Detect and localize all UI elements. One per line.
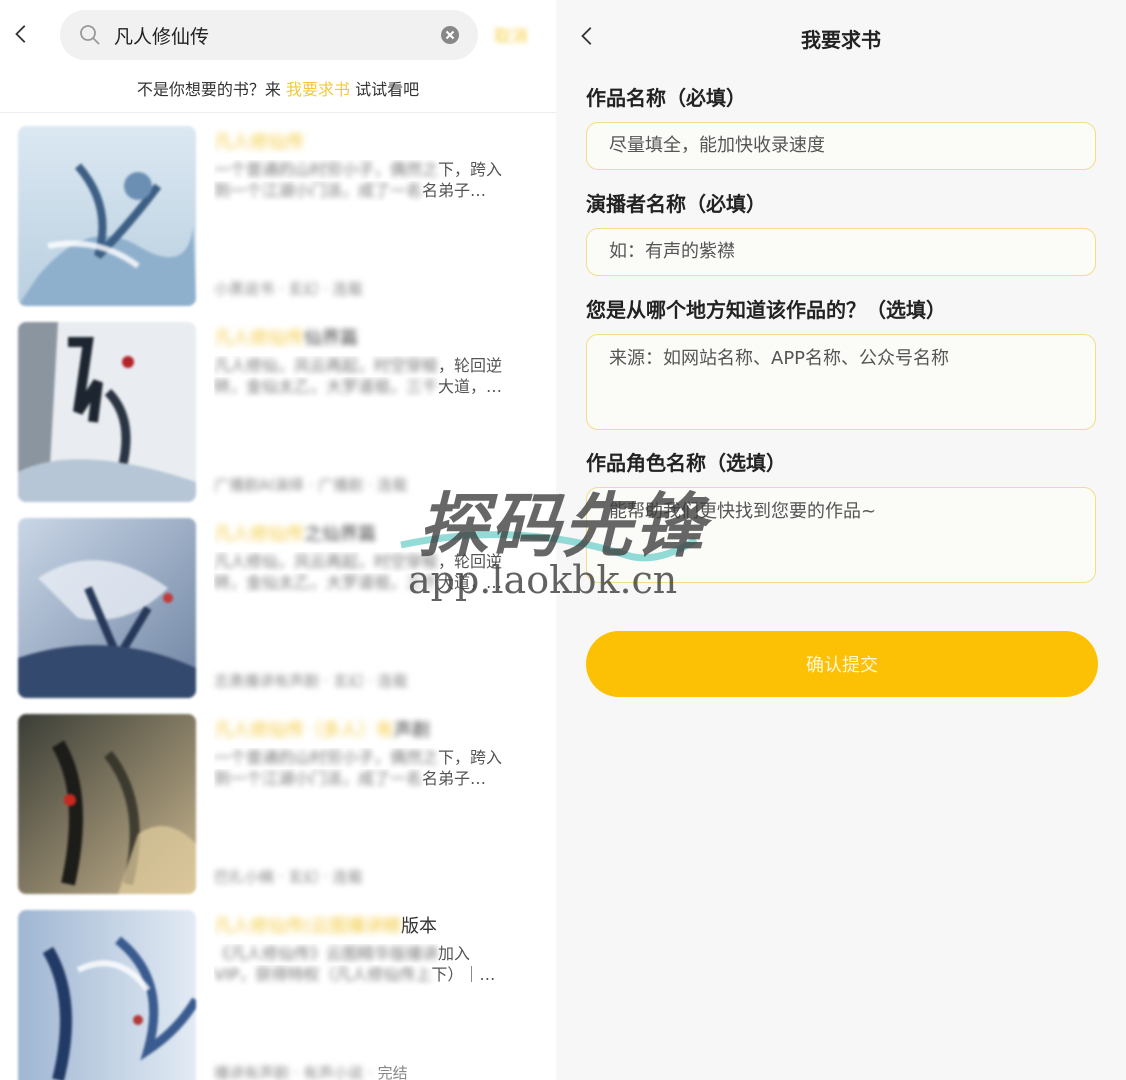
desc-text: 一个普通的山村穷小子，偶然之 bbox=[214, 160, 439, 179]
book-title-text: 凡人修仙传 bbox=[214, 524, 304, 545]
book-description: 一个普通的山村穷小子，偶然之下，跨入 到一个江湖小门派，成了一名名弟子… bbox=[214, 748, 534, 790]
book-title: 凡人修仙传 bbox=[214, 128, 534, 154]
desc-text: 下，跨入 bbox=[438, 748, 503, 767]
book-title-text: 版本 bbox=[401, 916, 438, 937]
book-meta: 巴扎小楠 · 玄幻 · 连载 bbox=[214, 866, 534, 887]
desc-text: VIP，获得特权（凡人修仙传上 bbox=[214, 965, 432, 984]
book-cover bbox=[18, 910, 196, 1080]
watermark-title: 探码先锋 bbox=[418, 485, 706, 567]
meta-text: 志勇播讲有声剧 · 玄幻 · 连载 bbox=[214, 672, 408, 690]
placeholder: 如：有声的紫襟 bbox=[609, 241, 735, 262]
desc-text: 加入 bbox=[438, 944, 471, 963]
narrator-input[interactable]: 如：有声的紫襟 bbox=[586, 228, 1096, 276]
book-title-text: 凡人修仙传（多人）有 bbox=[214, 720, 394, 741]
book-title-text: 之仙界篇 bbox=[304, 524, 376, 545]
search-input[interactable]: 凡人修仙传 bbox=[114, 22, 440, 49]
book-title-text: 凡人修仙传 bbox=[214, 132, 304, 153]
desc-text: 名弟子… bbox=[422, 181, 487, 200]
book-title: 凡人修仙传仙界篇 bbox=[214, 324, 534, 350]
desc-text: 到一个江湖小门派，成了一名 bbox=[214, 181, 423, 200]
desc-text: 转，金仙太乙，大罗道祖，三千 bbox=[214, 377, 439, 396]
book-cover bbox=[18, 518, 196, 698]
watermark-url: app.laokbk.cn bbox=[408, 558, 678, 602]
clear-icon[interactable] bbox=[440, 25, 460, 45]
desc-text: 到一个江湖小门派，成了一名 bbox=[214, 769, 423, 788]
book-title-text: 声剧 bbox=[394, 720, 430, 741]
book-cover bbox=[18, 714, 196, 894]
request-book-hint: 不是你想要的书？来 我要求书 试试看吧 bbox=[0, 76, 556, 100]
book-title-text: 仙界篇 bbox=[304, 328, 358, 349]
placeholder: 来源：如网站名称、APP名称、公众号名称 bbox=[609, 348, 950, 369]
book-item[interactable]: 凡人修仙传 一个普通的山村穷小子，偶然之下，跨入 到一个江湖小门派，成了一名名弟… bbox=[0, 126, 556, 308]
book-meta: 播讲有声剧 · 有声小说 · 完结 bbox=[214, 1062, 534, 1080]
book-title-text: 凡人修仙传(云图播讲精 bbox=[214, 916, 402, 937]
desc-text: 下）｜… bbox=[431, 965, 496, 984]
meta-text: 小黑说书 · 玄幻 · 连载 bbox=[214, 280, 363, 298]
book-item[interactable]: 凡人修仙传（多人）有声剧 一个普通的山村穷小子，偶然之下，跨入 到一个江湖小门派… bbox=[0, 714, 556, 896]
desc-text: 下，跨入 bbox=[438, 160, 503, 179]
request-book-link[interactable]: 我要求书 bbox=[286, 80, 350, 99]
hint-suffix: 试试看吧 bbox=[350, 80, 420, 99]
book-cover bbox=[18, 126, 196, 306]
chevron-left-icon bbox=[15, 25, 26, 43]
source-textarea[interactable]: 来源：如网站名称、APP名称、公众号名称 bbox=[586, 334, 1096, 430]
desc-text: ，轮回逆 bbox=[438, 356, 503, 375]
field-label-narrator: 演播者名称（必填） bbox=[586, 192, 766, 216]
search-bar[interactable]: 凡人修仙传 bbox=[60, 10, 478, 60]
placeholder: 尽量填全，能加快收录速度 bbox=[609, 135, 825, 156]
desc-text: 凡人修仙，风云再起，时空穿梭 bbox=[214, 356, 439, 375]
book-description: 凡人修仙，风云再起，时空穿梭，轮回逆 转，金仙太乙，大罗道祖，三千大道，… bbox=[214, 356, 534, 398]
book-title: 凡人修仙传(云图播讲精版本 bbox=[214, 912, 534, 938]
book-meta: 志勇播讲有声剧 · 玄幻 · 连载 bbox=[214, 670, 534, 691]
work-title-input[interactable]: 尽量填全，能加快收录速度 bbox=[586, 122, 1096, 170]
meta-text: 广播剧AI演绎 · 广播剧 · 连载 bbox=[214, 476, 408, 494]
page-title: 我要求书 bbox=[801, 28, 881, 52]
meta-text: 巴扎小楠 · 玄幻 · 连载 bbox=[214, 868, 363, 886]
submit-button[interactable]: 确认提交 bbox=[586, 631, 1098, 697]
book-cover bbox=[18, 322, 196, 502]
desc-text: 名弟子… bbox=[422, 769, 487, 788]
book-title: 凡人修仙传（多人）有声剧 bbox=[214, 716, 534, 742]
book-description: 《凡人修仙传》云图精华版播讲加入 VIP，获得特权（凡人修仙传上下）｜… bbox=[214, 944, 534, 986]
search-icon bbox=[78, 23, 102, 47]
divider bbox=[0, 112, 556, 113]
book-item[interactable]: 凡人修仙传(云图播讲精版本 《凡人修仙传》云图精华版播讲加入 VIP，获得特权（… bbox=[0, 910, 556, 1080]
desc-text: 《凡人修仙传》云图精华版播讲 bbox=[214, 944, 439, 963]
book-meta: 小黑说书 · 玄幻 · 连载 bbox=[214, 278, 534, 299]
back-button[interactable] bbox=[8, 20, 36, 48]
hint-prefix: 不是你想要的书？来 bbox=[136, 80, 286, 99]
book-description: 一个普通的山村穷小子，偶然之下，跨入 到一个江湖小门派，成了一名名弟子… bbox=[214, 160, 534, 202]
desc-text: 大道，… bbox=[438, 377, 503, 396]
meta-text: 播讲有声剧 · 有声小说 · bbox=[214, 1064, 378, 1080]
desc-text: 一个普通的山村穷小子，偶然之 bbox=[214, 748, 439, 767]
book-title-text: 凡人修仙传 bbox=[214, 328, 304, 349]
field-label-source: 您是从哪个地方知道该作品的？（选填） bbox=[586, 298, 946, 322]
meta-text: 完结 bbox=[377, 1064, 408, 1080]
field-label-title: 作品名称（必填） bbox=[586, 86, 746, 110]
cancel-button[interactable]: 取消 bbox=[494, 22, 528, 47]
